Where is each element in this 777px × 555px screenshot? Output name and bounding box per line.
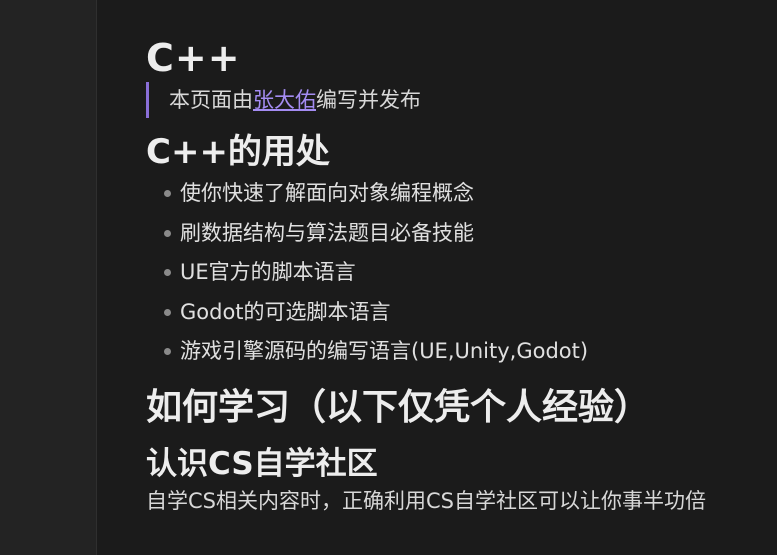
byline-prefix: 本页面由 [169, 88, 253, 112]
uses-list: 使你快速了解面向对象编程概念 刷数据结构与算法题目必备技能 UE官方的脚本语言 … [146, 174, 777, 372]
byline-suffix: 编写并发布 [316, 88, 421, 112]
bullet-icon [164, 229, 171, 237]
cs-community-paragraph: 自学CS相关内容时，正确利用CS自学社区可以让你事半功倍 [146, 488, 706, 513]
article-content: C++ 本页面由张大佑编写并发布 C++的用处 使你快速了解面向对象编程概念 刷… [97, 0, 777, 555]
author-link[interactable]: 张大佑 [253, 88, 316, 112]
list-item: Godot的可选脚本语言 [162, 293, 777, 333]
bullet-icon [164, 308, 171, 316]
cs-community-heading: 认识CS自学社区 [146, 445, 378, 482]
learn-heading: 如何学习（以下仅凭个人经验） [146, 386, 651, 428]
bullet-icon [164, 269, 171, 277]
list-item-text: 使你快速了解面向对象编程概念 [180, 181, 474, 205]
list-item: UE官方的脚本语言 [162, 253, 777, 293]
uses-heading: C++的用处 [146, 132, 330, 172]
list-item: 刷数据结构与算法题目必备技能 [162, 214, 777, 254]
list-item-text: UE官方的脚本语言 [180, 260, 356, 285]
list-item: 游戏引擎源码的编写语言(UE,Unity,Godot) [162, 332, 777, 372]
bullet-icon [164, 190, 171, 197]
page-title: C++ [146, 36, 241, 80]
bullet-icon [164, 348, 171, 356]
sidebar-panel [0, 0, 97, 555]
byline-quote: 本页面由张大佑编写并发布 [146, 82, 777, 118]
list-item: 使你快速了解面向对象编程概念 [162, 174, 777, 214]
list-item-text: 刷数据结构与算法题目必备技能 [180, 220, 474, 245]
list-item-text: 游戏引擎源码的编写语言(UE,Unity,Godot) [180, 339, 589, 364]
article-body: C++ 本页面由张大佑编写并发布 C++的用处 使你快速了解面向对象编程概念 刷… [146, 36, 777, 516]
list-item-text: Godot的可选脚本语言 [180, 299, 391, 324]
